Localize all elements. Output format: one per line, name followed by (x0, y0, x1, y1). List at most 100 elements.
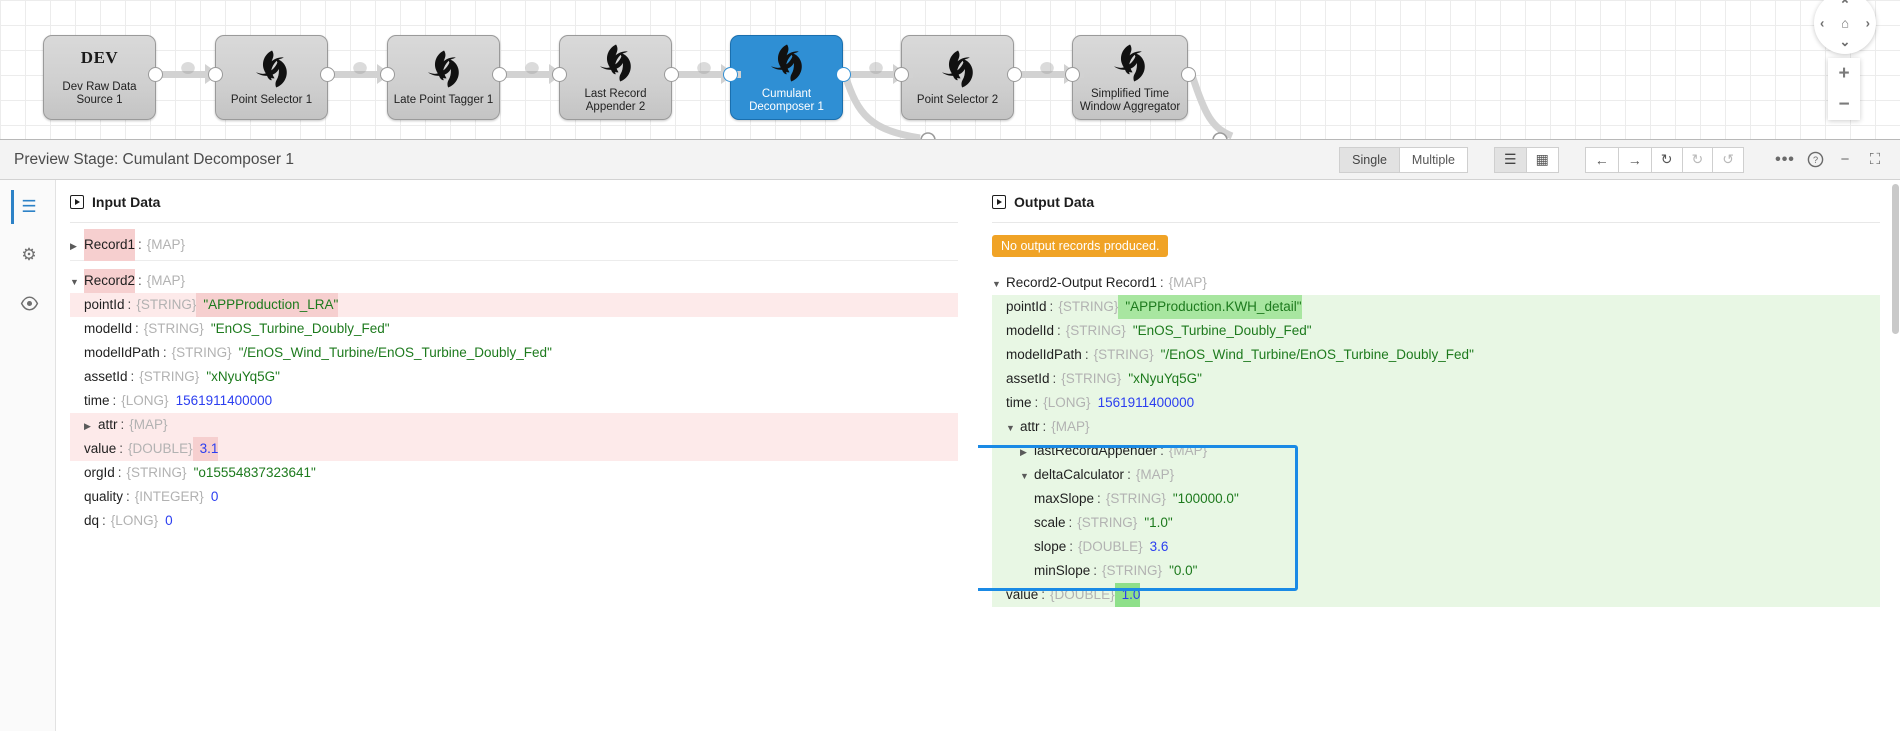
tree-key: value (84, 437, 116, 461)
sidebar-item-records-list[interactable]: ☰ (11, 190, 45, 224)
tree-colon: : (1157, 439, 1169, 463)
scrollbar-thumb[interactable] (1892, 184, 1899, 334)
tree-colon: : (118, 413, 130, 437)
node-output-port[interactable] (492, 67, 507, 82)
tree-row[interactable]: quality : {INTEGER} 0 (70, 485, 958, 509)
tree-row[interactable]: time : {LONG} 1561911400000 (992, 391, 1880, 415)
tree-row-output-record[interactable]: ▼ Record2-Output Record1 : {MAP} (992, 271, 1880, 295)
fullscreen-icon[interactable]: ⛶ (1860, 145, 1890, 175)
tree-row[interactable]: assetId : {STRING} "xNyuYq5G" (992, 367, 1880, 391)
sidebar-item-watch[interactable] (11, 286, 45, 320)
arrow-left-icon[interactable]: ← (1585, 147, 1618, 173)
zoom-control[interactable]: + − (1828, 58, 1860, 120)
node-output-port[interactable] (320, 67, 335, 82)
pipeline-node-dev-raw-data-source-1[interactable]: DEV Dev Raw Data Source 1 (43, 35, 156, 120)
tree-colon: : (1124, 463, 1136, 487)
pane-scrollbar[interactable] (1891, 180, 1900, 731)
pipeline-node-point-selector-1[interactable]: Point Selector 1 (215, 35, 328, 120)
node-input-port[interactable] (1065, 67, 1080, 82)
tree-value: "APPProduction.KWH_detail" (1118, 295, 1301, 319)
tree-row-delta-calculator[interactable]: ▼ deltaCalculator : {MAP} (992, 463, 1880, 487)
pipeline-node-last-record-appender-2[interactable]: Last Record Appender 2 (559, 35, 672, 120)
tree-row-attr[interactable]: ▼ attr : {MAP} (992, 415, 1880, 439)
collapse-caret-icon[interactable]: ▼ (992, 272, 1006, 296)
collapse-caret-icon[interactable]: ▼ (1006, 416, 1020, 440)
fan-icon (595, 42, 637, 84)
tree-row-attr[interactable]: ▶ attr : {MAP} (70, 413, 958, 437)
pan-right-icon[interactable]: › (1866, 17, 1870, 30)
home-icon[interactable]: ⌂ (1841, 17, 1849, 30)
node-output-port[interactable] (1007, 67, 1022, 82)
tree-row-last-record-appender[interactable]: ▶ lastRecordAppender : {MAP} (992, 439, 1880, 463)
pan-down-icon[interactable]: ⌄ (1840, 35, 1851, 48)
pan-left-icon[interactable]: ‹ (1820, 17, 1824, 30)
arrow-right-icon[interactable]: → (1618, 147, 1651, 173)
help-icon[interactable]: ? (1800, 145, 1830, 175)
mode-multiple-button[interactable]: Multiple (1399, 147, 1468, 173)
tree-colon: : (1032, 391, 1044, 415)
tree-key: attr (1020, 415, 1040, 439)
expand-caret-icon[interactable]: ▶ (84, 414, 98, 438)
pipeline-canvas[interactable]: DEV Dev Raw Data Source 1 Point Selector… (0, 0, 1900, 140)
tree-value: 0 (158, 509, 173, 533)
tree-row[interactable]: time : {LONG} 1561911400000 (70, 389, 958, 413)
tree-row[interactable]: minSlope : {STRING} "0.0" (992, 559, 1880, 583)
sidebar-item-settings[interactable]: ⚙ (11, 238, 45, 272)
node-output-port[interactable] (1181, 67, 1196, 82)
tree-type: {STRING} (1094, 343, 1154, 367)
tree-row[interactable]: value : {DOUBLE} 1.0 (992, 583, 1880, 607)
tree-row[interactable]: modelIdPath : {STRING} "/EnOS_Wind_Turbi… (70, 341, 958, 365)
expand-caret-icon[interactable]: ▶ (1020, 440, 1034, 464)
tree-row[interactable]: slope : {DOUBLE} 3.6 (992, 535, 1880, 559)
tree-value: "100000.0" (1166, 487, 1239, 511)
node-label: Point Selector 1 (227, 94, 316, 107)
tree-value: "1.0" (1137, 511, 1172, 535)
node-input-port[interactable] (723, 67, 738, 82)
more-options-icon[interactable]: ••• (1770, 145, 1800, 175)
tree-row[interactable]: pointId : {STRING} "APPProduction.KWH_de… (992, 295, 1880, 319)
node-input-port[interactable] (552, 67, 567, 82)
node-input-port[interactable] (894, 67, 909, 82)
refresh-icon[interactable]: ↻ (1651, 147, 1682, 173)
tree-type: {MAP} (129, 413, 167, 437)
tree-row-record2[interactable]: ▼ Record2 : {MAP} (70, 269, 958, 293)
collapse-caret-icon[interactable]: ▼ (70, 270, 84, 294)
preview-header: Preview Stage: Cumulant Decomposer 1 Sin… (0, 140, 1900, 180)
tree-row[interactable]: modelId : {STRING} "EnOS_Turbine_Doubly_… (70, 317, 958, 341)
tree-row[interactable]: pointId : {STRING} "APPProduction_LRA" (70, 293, 958, 317)
tree-row-record1[interactable]: ▶ Record1 : {MAP} (70, 229, 958, 261)
tree-row[interactable]: scale : {STRING} "1.0" (992, 511, 1880, 535)
tree-row[interactable]: assetId : {STRING} "xNyuYq5G" (70, 365, 958, 389)
zoom-out-button[interactable]: − (1828, 89, 1860, 120)
node-input-port[interactable] (380, 67, 395, 82)
node-output-port[interactable] (664, 67, 679, 82)
refresh-star-icon[interactable]: ↻ (1682, 147, 1713, 173)
tree-row[interactable]: maxSlope : {STRING} "100000.0" (992, 487, 1880, 511)
canvas-nav-control[interactable]: ⌃ ⌄ ‹ › ⌂ (1814, 0, 1876, 54)
node-input-port[interactable] (208, 67, 223, 82)
mode-single-button[interactable]: Single (1339, 147, 1399, 173)
input-tree: ▶ Record1 : {MAP} ▼ Record2 : {MAP} poin… (70, 229, 958, 533)
pan-up-icon[interactable]: ⌃ (1840, 0, 1851, 11)
revert-icon[interactable]: ↺ (1712, 147, 1744, 173)
tree-type: {STRING} (172, 341, 232, 365)
tree-row[interactable]: orgId : {STRING} "o15554837323641" (70, 461, 958, 485)
tree-value: 1561911400000 (169, 389, 273, 413)
tree-row[interactable]: modelIdPath : {STRING} "/EnOS_Wind_Turbi… (992, 343, 1880, 367)
tree-row[interactable]: dq : {LONG} 0 (70, 509, 958, 533)
output-data-title: Output Data (992, 194, 1880, 223)
list-view-icon[interactable]: ☰ (1494, 147, 1526, 173)
minimize-icon[interactable]: − (1830, 145, 1860, 175)
node-output-port[interactable] (148, 67, 163, 82)
collapse-caret-icon[interactable]: ▼ (1020, 464, 1034, 488)
tree-key: lastRecordAppender (1034, 439, 1157, 463)
expand-caret-icon[interactable]: ▶ (70, 230, 84, 262)
tree-colon: : (1157, 271, 1169, 295)
pipeline-node-late-point-tagger-1[interactable]: Late Point Tagger 1 (387, 35, 500, 120)
node-output-port[interactable] (836, 67, 851, 82)
tree-row[interactable]: modelId : {STRING} "EnOS_Turbine_Doubly_… (992, 319, 1880, 343)
table-view-icon[interactable]: ▦ (1526, 147, 1559, 173)
zoom-in-button[interactable]: + (1828, 58, 1860, 89)
pipeline-node-cumulant-decomposer-1[interactable]: Cumulant Decomposer 1 (730, 35, 843, 120)
tree-row[interactable]: value : {DOUBLE} 3.1 (70, 437, 958, 461)
